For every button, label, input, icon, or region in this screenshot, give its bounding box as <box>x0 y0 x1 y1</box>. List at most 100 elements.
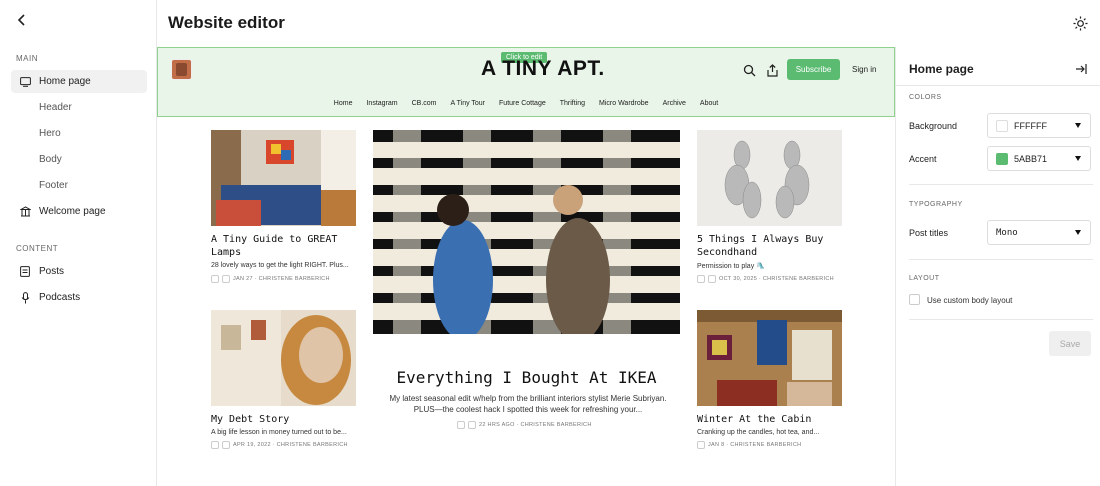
subscribe-button[interactable]: Subscribe <box>787 59 840 80</box>
settings-panel: Home page COLORS Background FFFFFF Accen… <box>895 47 1100 486</box>
site-preview: Click to edit A TINY APT. Subscribe Sign… <box>157 47 895 486</box>
sidebar-item-header[interactable]: Header <box>11 96 147 119</box>
sidebar-item-label: Home page <box>39 76 91 87</box>
sidebar-item-hero[interactable]: Hero <box>11 122 147 145</box>
post-title-secondhand[interactable]: 5 Things I Always Buy Secondhand <box>697 233 847 259</box>
lock-icon <box>222 275 230 283</box>
custom-layout-label: Use custom body layout <box>927 296 1013 305</box>
bookmark-icon[interactable] <box>211 441 219 449</box>
background-swatch <box>996 119 1008 132</box>
panel-title: Home page <box>909 62 974 76</box>
main-section-label: MAIN <box>16 54 38 63</box>
lock-icon <box>468 421 476 429</box>
sidebar-item-footer[interactable]: Footer <box>11 174 147 197</box>
share-icon[interactable] <box>766 64 779 77</box>
site-logo[interactable] <box>171 59 192 80</box>
divider <box>909 259 1093 260</box>
post-titles-value: Mono <box>996 227 1018 238</box>
post-meta-cabin: JAN 8 · CHRISTENE BARBERICH <box>697 441 801 449</box>
sidebar-item-label: Footer <box>39 180 68 191</box>
site-menu: Home Instagram CB.com A Tiny Tour Future… <box>158 100 894 107</box>
accent-value: 5ABB71 <box>1014 153 1048 164</box>
bookmark-icon[interactable] <box>211 275 219 283</box>
menu-item-thrifting[interactable]: Thrifting <box>560 100 585 107</box>
post-meta-text: 22 HRS AGO · CHRISTENE BARBERICH <box>479 422 592 428</box>
divider <box>909 184 1093 185</box>
menu-item-home[interactable]: Home <box>334 100 353 107</box>
bookmark-icon[interactable] <box>697 441 705 449</box>
sun-icon[interactable] <box>1073 16 1088 31</box>
menu-item-tiny-tour[interactable]: A Tiny Tour <box>451 100 486 107</box>
post-image-debt[interactable] <box>211 310 356 406</box>
sidebar-item-label: Hero <box>39 128 61 139</box>
post-meta-debt: APR 19, 2022 · CHRISTENE BARBERICH <box>211 441 348 449</box>
post-meta-text: OCT 30, 2025 · CHRISTENE BARBERICH <box>719 276 834 282</box>
menu-item-instagram[interactable]: Instagram <box>366 100 397 107</box>
site-header[interactable]: Click to edit A TINY APT. Subscribe Sign… <box>157 47 895 117</box>
typography-section-label: TYPOGRAPHY <box>909 201 963 208</box>
featured-post-image[interactable] <box>373 130 680 334</box>
background-label: Background <box>909 121 958 131</box>
chevron-down-icon <box>1075 123 1081 128</box>
featured-post-excerpt: My latest seasonal edit w/help from the … <box>389 394 667 414</box>
sidebar-item-label: Posts <box>39 266 65 277</box>
sidebar-item-home-page[interactable]: Home page <box>11 70 147 93</box>
post-meta-text: APR 19, 2022 · CHRISTENE BARBERICH <box>233 442 348 448</box>
featured-post-meta: 22 HRS AGO · CHRISTENE BARBERICH <box>457 421 592 429</box>
post-excerpt-debt: A big life lesson in money turned out to… <box>211 429 347 436</box>
collapse-panel-icon[interactable] <box>1075 63 1087 75</box>
accent-color-select[interactable]: 5ABB71 <box>987 146 1091 171</box>
monitor-icon <box>11 76 39 87</box>
background-value: FFFFFF <box>1014 120 1047 131</box>
sign-in-link[interactable]: Sign in <box>852 65 876 74</box>
sidebar-item-welcome-page[interactable]: Welcome page <box>11 200 147 223</box>
menu-item-micro-wardrobe[interactable]: Micro Wardrobe <box>599 100 649 107</box>
menu-item-cb[interactable]: CB.com <box>412 100 437 107</box>
layout-section-label: LAYOUT <box>909 275 940 282</box>
post-title-cabin[interactable]: Winter At the Cabin <box>697 413 847 426</box>
post-titles-font-select[interactable]: Mono <box>987 220 1091 245</box>
building-icon <box>11 206 39 217</box>
post-meta-secondhand: OCT 30, 2025 · CHRISTENE BARBERICH <box>697 275 834 283</box>
accent-label: Accent <box>909 154 937 164</box>
post-excerpt-secondhand: Permission to play 🛝 <box>697 263 765 270</box>
menu-item-about[interactable]: About <box>700 100 718 107</box>
microphone-icon <box>11 291 39 304</box>
bookmark-icon[interactable] <box>457 421 465 429</box>
post-titles-label: Post titles <box>909 228 949 238</box>
chevron-down-icon <box>1075 156 1081 161</box>
sidebar-item-label: Welcome page <box>39 206 106 217</box>
featured-post-title[interactable]: Everything I Bought At IKEA <box>373 368 680 387</box>
post-meta-text: JAN 27 · CHRISTENE BARBERICH <box>233 276 330 282</box>
post-excerpt-lamps: 28 lovely ways to get the light RIGHT. P… <box>211 262 349 269</box>
post-meta-text: JAN 8 · CHRISTENE BARBERICH <box>708 442 802 448</box>
back-arrow-icon[interactable] <box>14 12 30 28</box>
post-title-debt[interactable]: My Debt Story <box>211 413 361 426</box>
bookmark-icon[interactable] <box>697 275 705 283</box>
sidebar-item-label: Header <box>39 102 72 113</box>
custom-layout-checkbox[interactable] <box>909 294 920 305</box>
post-title-lamps[interactable]: A Tiny Guide to GREAT Lamps <box>211 233 361 259</box>
sidebar-item-posts[interactable]: Posts <box>11 260 147 283</box>
sidebar-item-label: Body <box>39 154 62 165</box>
menu-item-future-cottage[interactable]: Future Cottage <box>499 100 546 107</box>
background-color-select[interactable]: FFFFFF <box>987 113 1091 138</box>
chevron-down-icon <box>1075 230 1081 235</box>
sidebar-item-podcasts[interactable]: Podcasts <box>11 286 147 309</box>
divider <box>896 85 1100 86</box>
divider <box>909 319 1093 320</box>
menu-item-archive[interactable]: Archive <box>663 100 686 107</box>
sidebar-item-label: Podcasts <box>39 292 81 303</box>
page-title: Website editor <box>168 13 285 32</box>
document-icon <box>11 266 39 277</box>
site-brand[interactable]: A TINY APT. <box>481 57 605 81</box>
accent-swatch <box>996 152 1008 165</box>
sidebar-item-body[interactable]: Body <box>11 148 147 171</box>
lock-icon <box>708 275 716 283</box>
post-image-lamps[interactable] <box>211 130 356 226</box>
save-button[interactable]: Save <box>1049 331 1091 356</box>
post-image-cabin[interactable] <box>697 310 842 406</box>
post-excerpt-cabin: Cranking up the candles, hot tea, and... <box>697 429 820 436</box>
post-image-secondhand[interactable] <box>697 130 842 226</box>
search-icon[interactable] <box>743 64 756 77</box>
